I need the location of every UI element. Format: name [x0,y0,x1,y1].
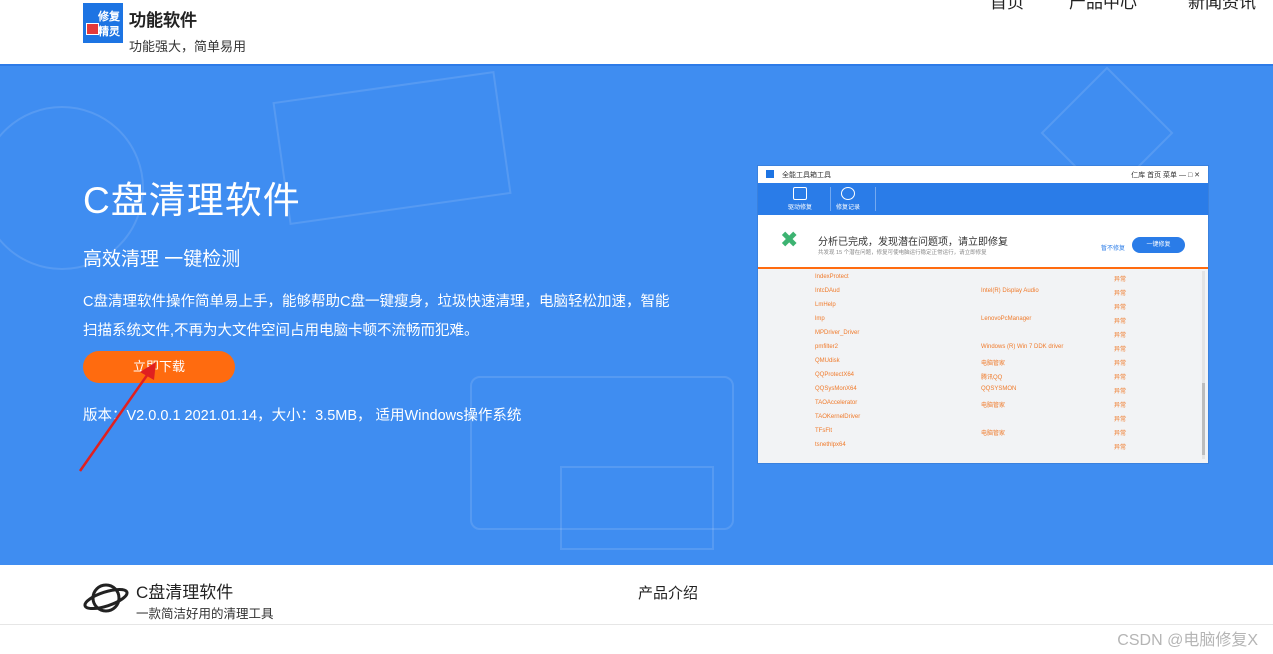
decor-shape [272,71,512,225]
logo-mark-icon [86,23,99,35]
row-status: 异常 [1114,361,1127,367]
row-name: TAOKernelDriver [815,414,861,420]
app-title: 全能工具箱工具 [782,172,831,179]
product-subtitle: 一款简洁好用的清理工具 [136,607,274,621]
pause-link: 暂不修复 [1101,246,1126,252]
tools-icon: ✖ [780,227,799,252]
list-item: IntcDAud Intel(R) Display Audio 异常 [758,285,1198,299]
list-item: QMUdisk 电脑管家 异常 [758,355,1198,369]
app-logo-icon [766,170,774,178]
list-item: QQSysMonX64 QQSYSMON 异常 [758,383,1198,397]
app-toolbar: 驱动修复 修复记录 [758,183,1208,215]
hero-banner: C盘清理软件 高效清理 一键检测 C盘清理软件操作简单易上手，能够帮助C盘一键瘦… [0,66,1273,565]
status-detail: 共发现 15 个潜在问题，修复可使电脑运行稳定正常运行，请立即修复 [818,250,987,256]
row-detail: 电脑管家 [981,361,1006,367]
product-bar: C盘清理软件 一款简洁好用的清理工具 产品介绍 [0,566,1273,625]
row-name: IndexProtect [815,274,849,280]
row-status: 异常 [1114,291,1127,297]
row-status: 异常 [1114,305,1127,311]
row-name: LmHelp [815,302,836,308]
watermark: CSDN @电脑修复X [1117,632,1258,649]
product-title: C盘清理软件 [136,583,234,602]
row-name: QQSysMonX64 [815,386,857,392]
row-detail: Windows (R) Win 7 DDK driver [981,344,1064,350]
app-screenshot: 全能工具箱工具 仁库 首页 菜单 — □ ✕ 驱动修复 修复记录 ✖ 分析已完成… [758,166,1208,463]
logo-text-2: 精灵 [98,26,120,38]
nav-news[interactable]: 新闻资讯 [1188,0,1256,13]
list-item: tsnethlpx64 异常 [758,439,1198,453]
row-status: 异常 [1114,389,1127,395]
toolbar-divider [875,187,876,211]
toolbar-driver-repair: 驱动修复 [778,186,822,212]
app-status-panel: ✖ 分析已完成，发现潜在问题项，请立即修复 共发现 15 个潜在问题，修复可使电… [758,215,1208,269]
row-name: MPDriver_Driver [815,330,860,336]
list-item: LmHelp 异常 [758,299,1198,313]
decor-cart [560,466,714,550]
row-status: 异常 [1114,347,1127,353]
toolbar-repair-log: 修复记录 [826,186,870,212]
row-status: 异常 [1114,333,1127,339]
row-name: tsnethlpx64 [815,442,846,448]
row-name: pmfilter2 [815,344,839,350]
row-detail: QQSYSMON [981,386,1017,392]
row-status: 异常 [1114,417,1127,423]
app-titlebar: 全能工具箱工具 仁库 首页 菜单 — □ ✕ [758,166,1208,183]
toolbar-label: 修复记录 [835,205,860,211]
row-detail: Intel(R) Display Audio [981,288,1039,294]
row-name: IntcDAud [815,288,840,294]
nav-products[interactable]: 产品中心 [1069,0,1137,13]
brand-subtitle: 功能强大，简单易用 [129,39,247,54]
row-status: 异常 [1114,403,1127,409]
app-driver-list: IndexProtect 异常 IntcDAud Intel(R) Display … [758,269,1208,463]
row-name: TAOAccelerator [815,400,858,406]
row-detail: 电脑管家 [981,403,1006,409]
list-item: lmp LenovoPcManager 异常 [758,313,1198,327]
product-intro-link[interactable]: 产品介绍 [638,582,698,603]
list-item: MPDriver_Driver 异常 [758,327,1198,341]
logo-text-1: 修复 [98,11,120,23]
shield-icon [841,187,855,200]
list-scrollbar [1202,271,1205,459]
one-click-repair-button: 一键修复 [1132,237,1185,253]
row-status: 异常 [1114,431,1127,437]
red-arrow-annotation-icon [78,362,156,472]
row-name: QMUdisk [815,358,840,364]
list-item: pmfilter2 Windows (R) Win 7 DDK driver 异常 [758,341,1198,355]
status-text: 分析已完成，发现潜在问题项，请立即修复 [818,237,1008,248]
list-item: TFsFlt 电脑管家 异常 [758,425,1198,439]
row-detail: 电脑管家 [981,431,1006,437]
row-detail: 腾讯QQ [981,375,1003,381]
row-status: 异常 [1114,375,1127,381]
row-status: 异常 [1114,319,1127,325]
row-status: 异常 [1114,277,1127,283]
nav-home[interactable]: 首页 [990,0,1024,13]
row-name: lmp [815,316,825,322]
planet-icon [83,583,129,613]
toolbar-label: 驱动修复 [787,205,812,211]
list-item: TAOAccelerator 电脑管家 异常 [758,397,1198,411]
monitor-icon [793,187,807,200]
list-item: IndexProtect 异常 [758,271,1198,285]
list-item: QQProtectX64 腾讯QQ 异常 [758,369,1198,383]
brand-title[interactable]: 功能软件 [129,6,197,31]
row-status: 异常 [1114,445,1127,451]
logo[interactable]: 修复 精灵 [83,3,123,43]
scrollbar-thumb [1202,383,1205,455]
site-header: 修复 精灵 功能软件 功能强大，简单易用 首页 产品中心 新闻资讯 [0,0,1273,66]
row-detail: LenovoPcManager [981,316,1032,322]
row-name: TFsFlt [815,428,832,434]
app-window-controls: 仁库 首页 菜单 — □ ✕ [1131,172,1200,179]
row-name: QQProtectX64 [815,372,855,378]
list-item: TAOKernelDriver 异常 [758,411,1198,425]
